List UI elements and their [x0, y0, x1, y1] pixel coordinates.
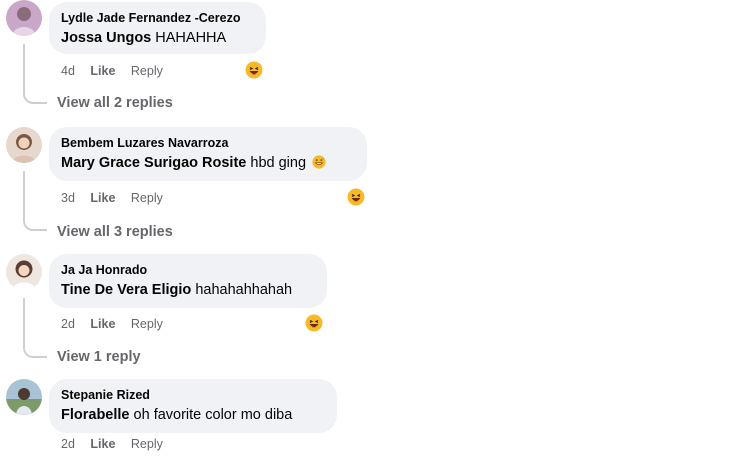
thread-connector	[23, 344, 47, 358]
grinning-sweat-emoji-icon	[312, 155, 326, 169]
view-replies-link[interactable]: View all 2 replies	[57, 95, 173, 111]
avatar-photo-icon	[6, 0, 42, 36]
reply-button[interactable]: Reply	[131, 437, 163, 451]
avatar[interactable]	[6, 379, 42, 415]
like-button[interactable]: Like	[90, 317, 115, 331]
comment-bubble: Stepanie Rized Florabelle oh favorite co…	[49, 379, 337, 433]
view-replies-link[interactable]: View all 3 replies	[57, 224, 173, 240]
comment-time[interactable]: 2d	[61, 437, 75, 451]
laughing-emoji-icon[interactable]	[347, 188, 365, 206]
comment-body: oh favorite color mo diba	[133, 407, 293, 423]
like-button[interactable]: Like	[90, 437, 115, 451]
thread-connector	[23, 217, 47, 231]
comment-actions: 4d Like Reply	[61, 64, 175, 78]
comment-mention[interactable]: Florabelle	[61, 407, 130, 423]
thread-connector	[23, 90, 47, 104]
view-replies-link[interactable]: View 1 reply	[57, 349, 141, 365]
like-button[interactable]: Like	[90, 191, 115, 205]
comment-body: hbd ging	[250, 155, 307, 171]
reply-button[interactable]: Reply	[131, 317, 163, 331]
comment-text: Florabelle oh favorite color mo diba	[61, 406, 325, 425]
thread-line	[23, 171, 25, 219]
comment-time[interactable]: 4d	[61, 64, 75, 78]
thread-line	[23, 298, 25, 346]
comment-text: Tine De Vera Eligio hahahahhahah	[61, 281, 315, 300]
comment-text: Mary Grace Surigao Rosite hbd ging	[61, 154, 355, 173]
comment-mention[interactable]: Tine De Vera Eligio	[61, 282, 191, 298]
like-button[interactable]: Like	[90, 64, 115, 78]
comment-body: HAHAHHA	[155, 30, 227, 46]
comment-body: hahahahhahah	[195, 282, 293, 298]
avatar[interactable]	[6, 254, 42, 290]
comment-actions: 2d Like Reply	[61, 317, 175, 331]
comment-actions: 3d Like Reply	[61, 191, 175, 205]
avatar[interactable]	[6, 127, 42, 163]
comment-author[interactable]: Ja Ja Honrado	[61, 262, 315, 278]
avatar[interactable]	[6, 0, 42, 36]
laughing-emoji-icon[interactable]	[305, 314, 323, 332]
comment-author[interactable]: Stepanie Rized	[61, 387, 325, 403]
comment-bubble: Lydle Jade Fernandez -Cerezo Jossa Ungos…	[49, 2, 266, 54]
comment-time[interactable]: 2d	[61, 317, 75, 331]
avatar-photo-icon	[6, 379, 42, 415]
reply-button[interactable]: Reply	[131, 64, 163, 78]
comment-bubble: Ja Ja Honrado Tine De Vera Eligio hahaha…	[49, 254, 327, 308]
avatar-photo-icon	[6, 127, 42, 163]
comment-time[interactable]: 3d	[61, 191, 75, 205]
comment-author[interactable]: Lydle Jade Fernandez -Cerezo	[61, 10, 254, 26]
comment-text: Jossa Ungos HAHAHHA	[61, 29, 254, 48]
laughing-emoji-icon[interactable]	[245, 61, 263, 79]
comment-author[interactable]: Bembem Luzares Navarroza	[61, 135, 355, 151]
thread-line	[23, 44, 25, 92]
comment-mention[interactable]: Jossa Ungos	[61, 30, 151, 46]
comment-bubble: Bembem Luzares Navarroza Mary Grace Suri…	[49, 127, 367, 181]
avatar-photo-icon	[6, 254, 42, 290]
comment-actions: 2d Like Reply	[61, 437, 175, 451]
comment-mention[interactable]: Mary Grace Surigao Rosite	[61, 155, 246, 171]
reply-button[interactable]: Reply	[131, 191, 163, 205]
